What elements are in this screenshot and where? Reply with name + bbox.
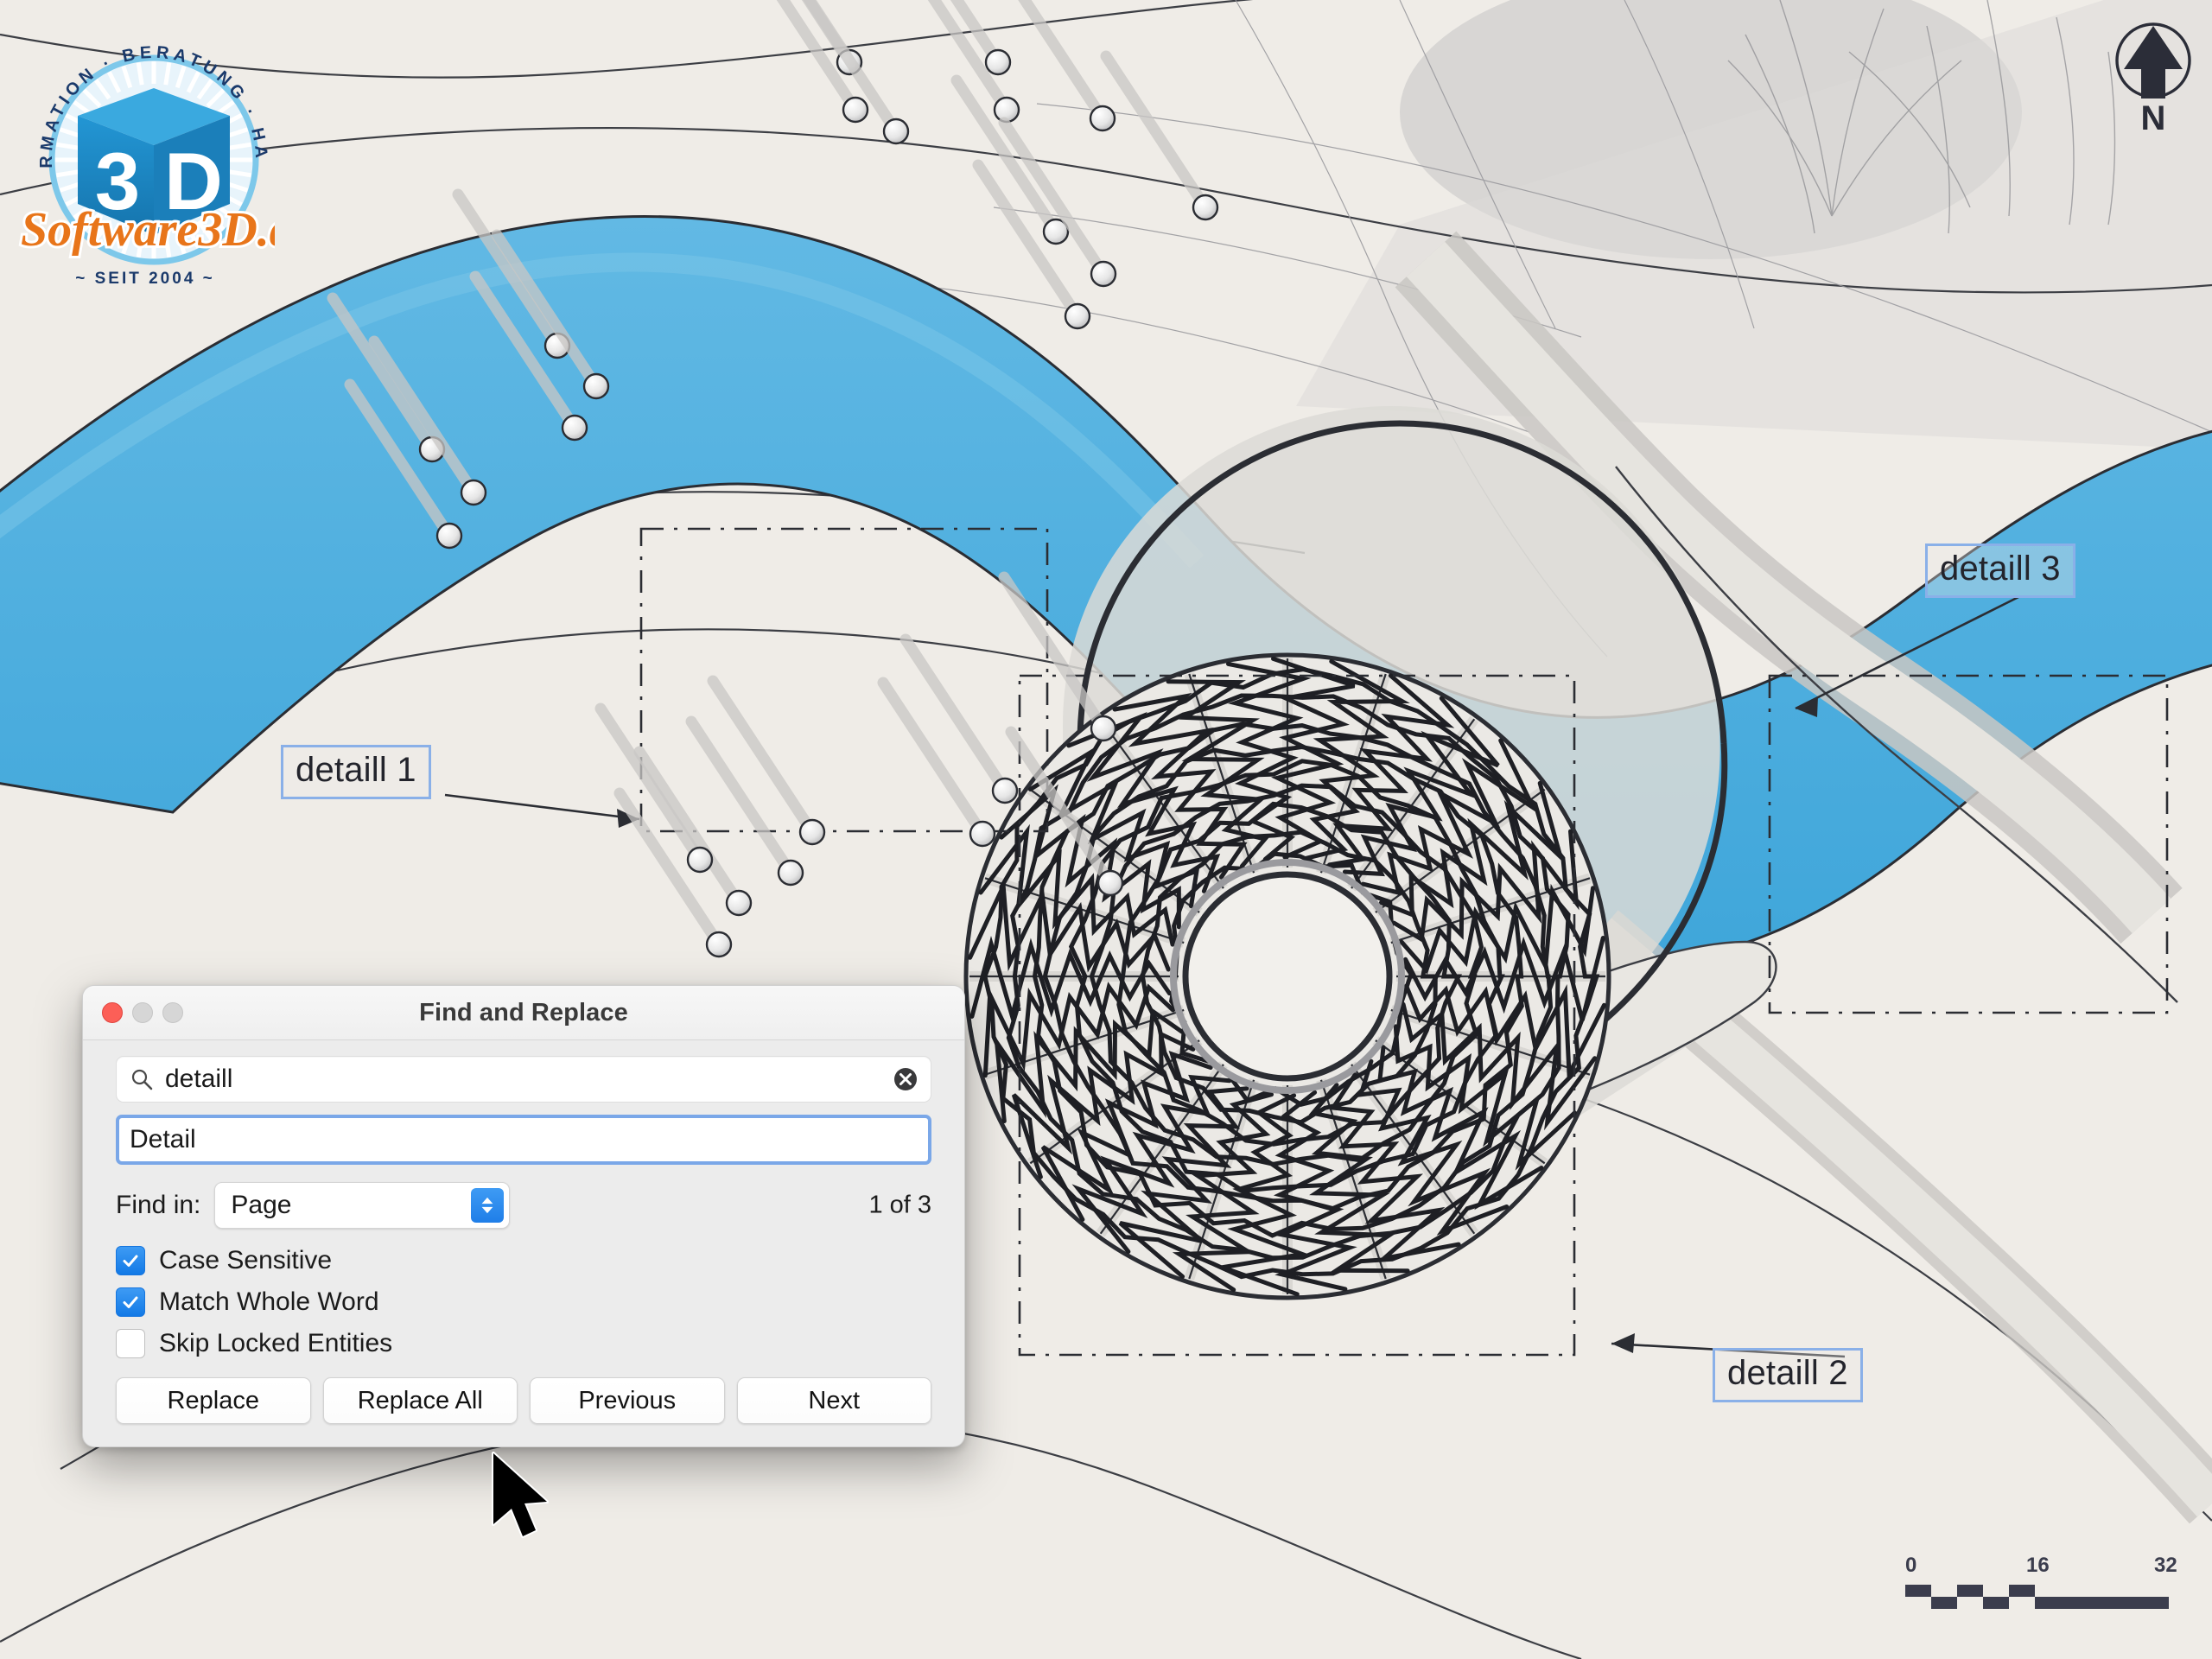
brand-logo: 3 D INFORMATION · BERATUNG · HANDEL Soft… (7, 0, 318, 294)
find-and-replace-dialog[interactable]: Find and Replace detaill Detail Find in:… (82, 985, 965, 1447)
next-button[interactable]: Next (736, 1377, 931, 1424)
find-in-select[interactable]: Page (214, 1182, 511, 1229)
find-field-wrapper[interactable] (116, 1056, 931, 1103)
scale-tick-32: 32 (2154, 1554, 2177, 1577)
previous-button[interactable]: Previous (530, 1377, 725, 1424)
replace-all-button[interactable]: Replace All (322, 1377, 518, 1424)
scale-tick-0: 0 (1905, 1554, 1917, 1577)
option-match-whole-word[interactable]: Match Whole Word (116, 1287, 931, 1317)
north-arrow: N (2112, 16, 2195, 137)
checkbox-skip-locked-entities[interactable] (116, 1329, 145, 1358)
option-label-case-sensitive: Case Sensitive (159, 1246, 333, 1274)
maximize-window-button[interactable] (162, 1002, 183, 1023)
chevron-updown-icon[interactable] (471, 1188, 505, 1223)
callout-label-detail-3[interactable]: detaill 3 (1925, 543, 2075, 598)
clear-icon[interactable] (893, 1066, 918, 1092)
search-icon (131, 1069, 153, 1090)
checkbox-case-sensitive[interactable] (116, 1246, 145, 1275)
option-skip-locked-entities[interactable]: Skip Locked Entities (116, 1329, 931, 1358)
north-label: N (2141, 99, 2166, 137)
logo-tagline: ~ SEIT 2004 ~ (75, 270, 215, 288)
minimize-window-button[interactable] (132, 1002, 153, 1023)
replace-field-wrapper[interactable] (116, 1115, 931, 1165)
option-label-skip-locked-entities: Skip Locked Entities (159, 1329, 393, 1357)
find-in-label: Find in: (116, 1191, 201, 1219)
callout-label-detail-2[interactable]: detaill 2 (1713, 1348, 1863, 1402)
find-in-row: Find in: Page 1 of 3 (116, 1182, 931, 1229)
callout-label-detail-1[interactable]: detaill 1 (281, 745, 431, 799)
find-in-selected-value: Page (231, 1191, 292, 1219)
checkbox-match-whole-word[interactable] (116, 1287, 145, 1317)
logo-wordmark: Software3D.de (21, 203, 275, 257)
scale-tick-16: 16 (2026, 1554, 2050, 1577)
option-label-match-whole-word: Match Whole Word (159, 1287, 379, 1316)
find-input[interactable] (153, 1064, 893, 1095)
replace-input[interactable] (119, 1124, 928, 1155)
match-counter: 1 of 3 (868, 1191, 931, 1219)
scale-bar: 0 16 32 (1905, 1554, 2182, 1631)
dialog-button-row: Replace Replace All Previous Next (116, 1377, 931, 1424)
option-case-sensitive[interactable]: Case Sensitive (116, 1246, 931, 1275)
dialog-titlebar[interactable]: Find and Replace (83, 986, 964, 1040)
app-canvas: 3 D INFORMATION · BERATUNG · HANDEL Soft… (0, 0, 2212, 1659)
close-window-button[interactable] (102, 1002, 123, 1023)
dialog-body: Find in: Page 1 of 3 Case S (83, 1040, 964, 1446)
dialog-title: Find and Replace (419, 998, 628, 1027)
replace-button[interactable]: Replace (116, 1377, 311, 1424)
